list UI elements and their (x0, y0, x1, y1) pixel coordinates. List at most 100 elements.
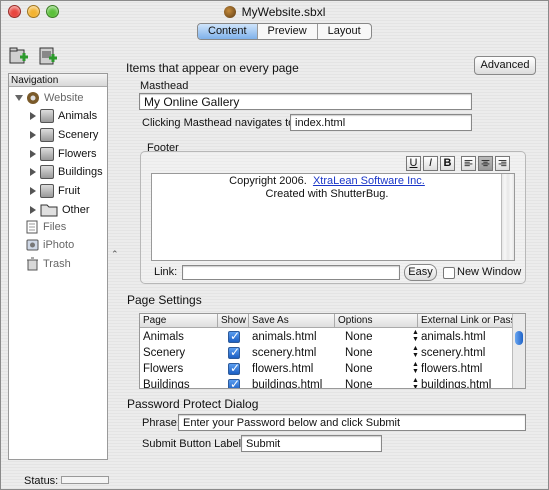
footer-company-link[interactable]: XtraLean Software Inc. (313, 175, 425, 187)
close-button[interactable] (8, 5, 21, 18)
column-header-options[interactable]: Options (335, 314, 418, 328)
disclosure-open-icon[interactable] (15, 94, 23, 102)
table-row[interactable]: Flowers flowers.html None ▲▼ flowers.htm… (140, 361, 513, 377)
column-header-page[interactable]: Page (140, 314, 218, 328)
scroll-thumb[interactable] (515, 331, 523, 345)
show-checkbox[interactable] (228, 329, 240, 343)
tab-layout[interactable]: Layout (318, 24, 371, 39)
disclosure-closed-icon[interactable] (29, 150, 37, 158)
sidebar-item-label: Fruit (58, 185, 80, 197)
tab-preview[interactable]: Preview (258, 24, 318, 39)
sidebar-item-animals[interactable]: Animals (29, 107, 97, 125)
external-cell[interactable]: flowers.html (421, 361, 482, 377)
disclosure-closed-icon[interactable] (29, 206, 37, 214)
footer-title: Footer (147, 142, 179, 154)
page-cell: Scenery (143, 347, 186, 359)
align-right-icon[interactable] (495, 156, 510, 171)
disclosure-closed-icon[interactable] (29, 187, 37, 195)
options-stepper-icon[interactable]: ▲ ▼ (412, 329, 419, 343)
link-label: Link: (154, 266, 178, 278)
external-cell[interactable]: buildings.html (421, 377, 491, 388)
files-icon (26, 220, 38, 234)
footer-line2-text: Created with ShutterBug. (265, 188, 389, 200)
footer-editor-scrollbar[interactable] (501, 174, 514, 260)
save-as-cell[interactable]: flowers.html (252, 361, 313, 377)
external-cell[interactable]: animals.html (421, 329, 486, 345)
sidebar-item-label: Other (62, 204, 90, 216)
options-stepper-icon[interactable]: ▲ ▼ (412, 361, 419, 375)
title-bar: MyWebsite.sbxl (1, 1, 548, 23)
trash-icon (27, 257, 38, 271)
masthead-field[interactable]: My Online Gallery (139, 93, 472, 110)
show-checkbox[interactable] (228, 345, 240, 359)
view-tabs: Content Preview Layout (197, 23, 372, 40)
disclosure-closed-icon[interactable] (29, 168, 37, 176)
submit-label: Submit Button Label: (142, 438, 245, 450)
italic-button[interactable]: I (423, 156, 438, 171)
sidebar-item-scenery[interactable]: Scenery (29, 126, 98, 144)
tab-content[interactable]: Content (198, 24, 258, 39)
new-window-label: New Window (457, 266, 522, 278)
external-cell[interactable]: scenery.html (421, 345, 485, 361)
add-page-icon[interactable] (8, 45, 30, 67)
split-view-handle[interactable]: ⌃ (111, 249, 119, 259)
table-row[interactable]: Animals animals.html None ▲▼ animals.htm… (140, 329, 513, 345)
advanced-button[interactable]: Advanced (474, 56, 536, 75)
disclosure-closed-icon[interactable] (29, 131, 37, 139)
underline-button[interactable]: U (406, 156, 421, 171)
sidebar-header: Navigation (9, 74, 107, 87)
bold-button[interactable]: B (440, 156, 455, 171)
sidebar-item-label: iPhoto (43, 239, 75, 251)
sidebar-item-buildings[interactable]: Buildings (29, 163, 103, 181)
options-cell[interactable]: None (345, 377, 373, 388)
easy-button[interactable]: Easy (404, 264, 437, 281)
sidebar-item-label: Flowers (58, 148, 97, 160)
options-cell[interactable]: None (345, 329, 373, 345)
column-header-show[interactable]: Show (218, 314, 249, 328)
page-folder-icon (40, 109, 54, 123)
options-cell[interactable]: None (345, 345, 373, 361)
sidebar-item-other[interactable]: Other (29, 201, 90, 219)
save-as-cell[interactable]: animals.html (252, 329, 317, 345)
phrase-field[interactable]: Enter your Password below and click Subm… (178, 414, 526, 431)
align-left-icon[interactable] (461, 156, 476, 171)
minimize-button[interactable] (27, 5, 40, 18)
column-header-external[interactable]: External Link or Passw (418, 314, 513, 328)
options-stepper-icon[interactable]: ▲ ▼ (412, 345, 419, 359)
options-stepper-icon[interactable]: ▲ ▼ (412, 377, 419, 388)
submit-field[interactable]: Submit (241, 435, 382, 452)
table-header: Page Show Save As Options External Link … (140, 314, 525, 328)
zoom-button[interactable] (46, 5, 59, 18)
disclosure-closed-icon[interactable] (29, 112, 37, 120)
page-folder-icon (40, 147, 54, 161)
table-row[interactable]: Buildings buildings.html None ▲▼ buildin… (140, 377, 513, 389)
masthead-nav-field[interactable]: index.html (290, 114, 472, 131)
add-item-icon[interactable] (37, 45, 59, 67)
new-window-checkbox[interactable] (443, 267, 455, 279)
phrase-label: Phrase: (142, 417, 180, 429)
folder-icon (40, 204, 58, 217)
table-scrollbar[interactable] (512, 314, 525, 388)
options-cell[interactable]: None (345, 361, 373, 377)
sidebar-item-trash[interactable]: Trash (26, 255, 71, 273)
column-header-save-as[interactable]: Save As (249, 314, 335, 328)
link-field[interactable] (182, 265, 400, 280)
sidebar-item-website[interactable]: Website (15, 89, 84, 107)
show-checkbox[interactable] (228, 361, 240, 375)
sidebar-item-files[interactable]: Files (26, 218, 66, 236)
sidebar-item-flowers[interactable]: Flowers (29, 145, 97, 163)
status-label: Status: (24, 475, 59, 487)
iphoto-icon (26, 239, 39, 251)
align-center-icon[interactable] (478, 156, 493, 171)
footer-editor[interactable]: Copyright 2006. XtraLean Software Inc. C… (151, 173, 515, 261)
save-as-cell[interactable]: scenery.html (252, 345, 316, 361)
show-checkbox[interactable] (228, 377, 240, 388)
sidebar-item-fruit[interactable]: Fruit (29, 182, 80, 200)
footer-text: Copyright 2006. XtraLean Software Inc. C… (152, 174, 502, 201)
sidebar-item-iphoto[interactable]: iPhoto (26, 236, 74, 254)
page-cell: Buildings (143, 379, 190, 389)
save-as-cell[interactable]: buildings.html (252, 377, 322, 388)
document-icon (223, 6, 236, 18)
page-settings-table: Page Show Save As Options External Link … (139, 313, 526, 389)
table-row[interactable]: Scenery scenery.html None ▲▼ scenery.htm… (140, 345, 513, 361)
